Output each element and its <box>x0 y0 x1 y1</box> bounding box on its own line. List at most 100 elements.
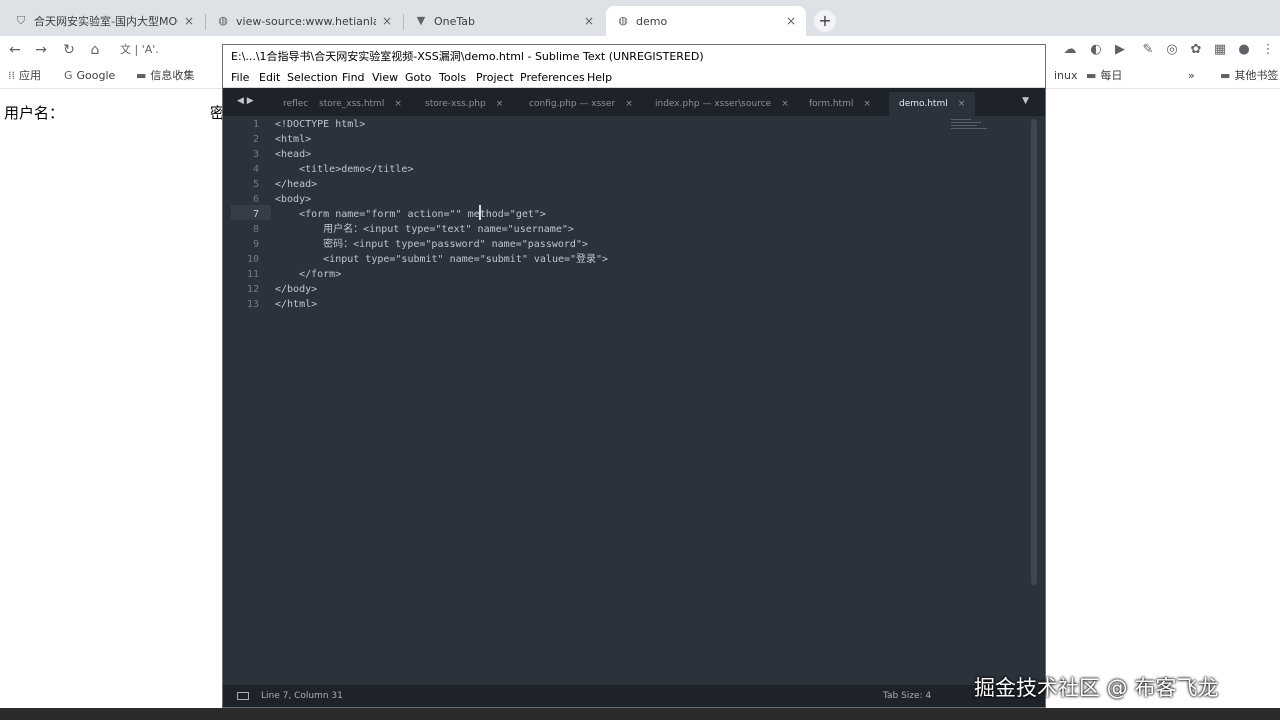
editor-tab-active[interactable]: demo.html × <box>889 92 976 116</box>
menu-project[interactable]: Project <box>476 70 514 86</box>
status-bar: Line 7, Column 31 Tab Size: 4 <box>223 685 1045 707</box>
editor-tab[interactable]: store_xss.html × <box>319 92 402 116</box>
code-line: 用户名：<input type="text" name="username"> <box>275 224 574 235</box>
tab-size-indicator[interactable]: Tab Size: 4 <box>883 685 931 707</box>
funnel-icon: ▼ <box>416 14 426 27</box>
line-number: 2 <box>252 134 259 145</box>
menu-find[interactable]: Find <box>342 70 365 86</box>
line-number: 13 <box>246 299 259 310</box>
vertical-scrollbar[interactable] <box>1031 119 1037 585</box>
code-line: <!DOCTYPE html> <box>275 119 366 130</box>
browser-tab-onetab[interactable]: ▼ OneTab × <box>404 6 604 36</box>
folder-icon: ▬ <box>1220 69 1231 82</box>
bookmark-other[interactable]: ▬ 其他书签 <box>1220 68 1278 84</box>
close-icon[interactable]: × <box>781 99 789 109</box>
bookmark-linux[interactable]: inux <box>1054 68 1078 84</box>
bookmark-overflow[interactable]: » <box>1188 68 1195 84</box>
profile-icon[interactable]: ● <box>1236 42 1252 58</box>
editor-tab[interactable]: form.html × <box>809 92 871 116</box>
window-title: E:\...\1合指导书\合天网安实验室视频-XSS漏洞\demo.html -… <box>231 50 704 63</box>
close-icon[interactable]: × <box>584 14 594 28</box>
code-line: <input type="submit" name="submit" value… <box>275 254 609 265</box>
bookmark-google[interactable]: G Google <box>64 68 115 84</box>
line-number: 3 <box>252 149 259 160</box>
tab-dropdown-icon[interactable]: ▼ <box>1022 96 1029 106</box>
bookmark-label: 应用 <box>19 69 41 82</box>
line-number: 5 <box>252 179 259 190</box>
sublime-menu-bar: File Edit Selection Find View Goto Tools… <box>223 69 1045 88</box>
menu-help[interactable]: Help <box>587 70 612 86</box>
new-tab-button[interactable]: + <box>814 10 836 32</box>
browser-tab-hetianlab[interactable]: ⛉ 合天网安实验室-国内大型MOOC × <box>4 6 204 36</box>
tab-nav-arrows-icon[interactable]: ◀ ▶ <box>237 96 254 106</box>
code-line: </head> <box>275 179 318 190</box>
taskbar-strip <box>0 708 1280 720</box>
text-cursor <box>479 205 481 220</box>
menu-goto[interactable]: Goto <box>405 70 431 86</box>
close-icon[interactable]: × <box>958 99 966 109</box>
menu-dots-icon[interactable]: ⋮ <box>1260 42 1276 58</box>
cloud-icon[interactable]: ☁ <box>1062 42 1078 58</box>
editor-tab-label: index.php — xsser\source <box>655 99 772 109</box>
menu-edit[interactable]: Edit <box>259 70 280 86</box>
menu-file[interactable]: File <box>231 70 249 86</box>
close-icon[interactable]: × <box>625 99 633 109</box>
reload-icon[interactable]: ↻ <box>60 41 78 59</box>
browser-tab-demo[interactable]: ◍ demo × <box>606 6 806 36</box>
code-editor[interactable]: 1 2 3 4 5 6 7 8 9 10 11 12 13 <!DOCTYPE … <box>223 117 1031 685</box>
code-line-current: <form name="form" action="" method="get"… <box>275 209 546 220</box>
address-bar[interactable]: 文 | 'A'. <box>120 40 230 60</box>
close-icon[interactable]: × <box>184 14 194 28</box>
close-icon[interactable]: × <box>496 99 504 109</box>
browser-tab-view-source[interactable]: ◍ view-source:www.hetianlab.c × <box>206 6 402 36</box>
extension-icon[interactable]: ▶ <box>1112 42 1128 58</box>
editor-tab[interactable]: config.php — xsser × <box>529 92 633 116</box>
apps-grid-icon: ⁞⁞ <box>8 69 15 82</box>
line-number: 4 <box>252 164 259 175</box>
editor-tab[interactable]: reflec <box>283 92 308 116</box>
menu-view[interactable]: View <box>372 70 398 86</box>
browser-tab-strip: ⛉ 合天网安实验室-国内大型MOOC × ◍ view-source:www.h… <box>0 0 1280 36</box>
home-icon[interactable]: ⌂ <box>86 41 104 59</box>
menu-selection[interactable]: Selection <box>287 70 338 86</box>
bookmark-daily[interactable]: ▬ 每日 <box>1086 68 1122 84</box>
back-arrow-icon[interactable]: ← <box>6 41 24 59</box>
cursor-position: Line 7, Column 31 <box>261 691 343 701</box>
editor-tab-label: reflec <box>283 99 309 109</box>
globe-icon: ◍ <box>218 14 228 27</box>
line-number: 11 <box>246 269 259 280</box>
bookmark-apps[interactable]: ⁞⁞ 应用 <box>8 68 41 84</box>
watermark: 掘金技术社区 @ 布客飞龙 <box>974 676 1219 700</box>
extension-icon[interactable]: ✿ <box>1188 42 1204 58</box>
extension-icon[interactable]: ▦ <box>1212 42 1228 58</box>
sublime-title-bar: E:\...\1合指导书\合天网安实验室视频-XSS漏洞\demo.html -… <box>223 45 1045 69</box>
google-icon: G <box>64 69 73 82</box>
close-icon[interactable]: × <box>863 99 871 109</box>
editor-tab-label: form.html <box>809 99 854 109</box>
close-icon[interactable]: × <box>786 14 796 28</box>
menu-tools[interactable]: Tools <box>439 70 466 86</box>
panel-toggle-icon[interactable] <box>237 692 249 700</box>
extension-icon[interactable]: ◐ <box>1088 42 1104 58</box>
editor-tab[interactable]: index.php — xsser\source × <box>655 92 789 116</box>
close-icon[interactable]: × <box>394 99 402 109</box>
menu-preferences[interactable]: Preferences <box>520 70 585 86</box>
minimap[interactable] <box>951 117 1011 133</box>
forward-arrow-icon[interactable]: → <box>32 41 50 59</box>
extension-icon[interactable]: ◎ <box>1164 42 1180 58</box>
line-number: 12 <box>246 284 259 295</box>
tab-label: demo <box>636 14 668 28</box>
tab-label: OneTab <box>434 14 476 28</box>
shield-icon: ⛉ <box>16 14 26 27</box>
sublime-tab-bar: ◀ ▶ reflec store_xss.html × store-xss.php… <box>223 88 1045 116</box>
editor-tab-label: config.php — xsser <box>529 99 616 109</box>
bookmark-info-gathering[interactable]: ▬ 信息收集 <box>136 68 194 84</box>
bookmark-label: 其他书签 <box>1234 69 1279 82</box>
editor-tab-label: store-xss.php <box>425 99 486 109</box>
code-line: </form> <box>275 269 342 280</box>
close-icon[interactable]: × <box>382 14 392 28</box>
editor-tab[interactable]: store-xss.php × <box>425 92 503 116</box>
line-number: 8 <box>252 224 259 235</box>
code-line: <body> <box>275 194 312 205</box>
extension-icon[interactable]: ✎ <box>1140 42 1156 58</box>
